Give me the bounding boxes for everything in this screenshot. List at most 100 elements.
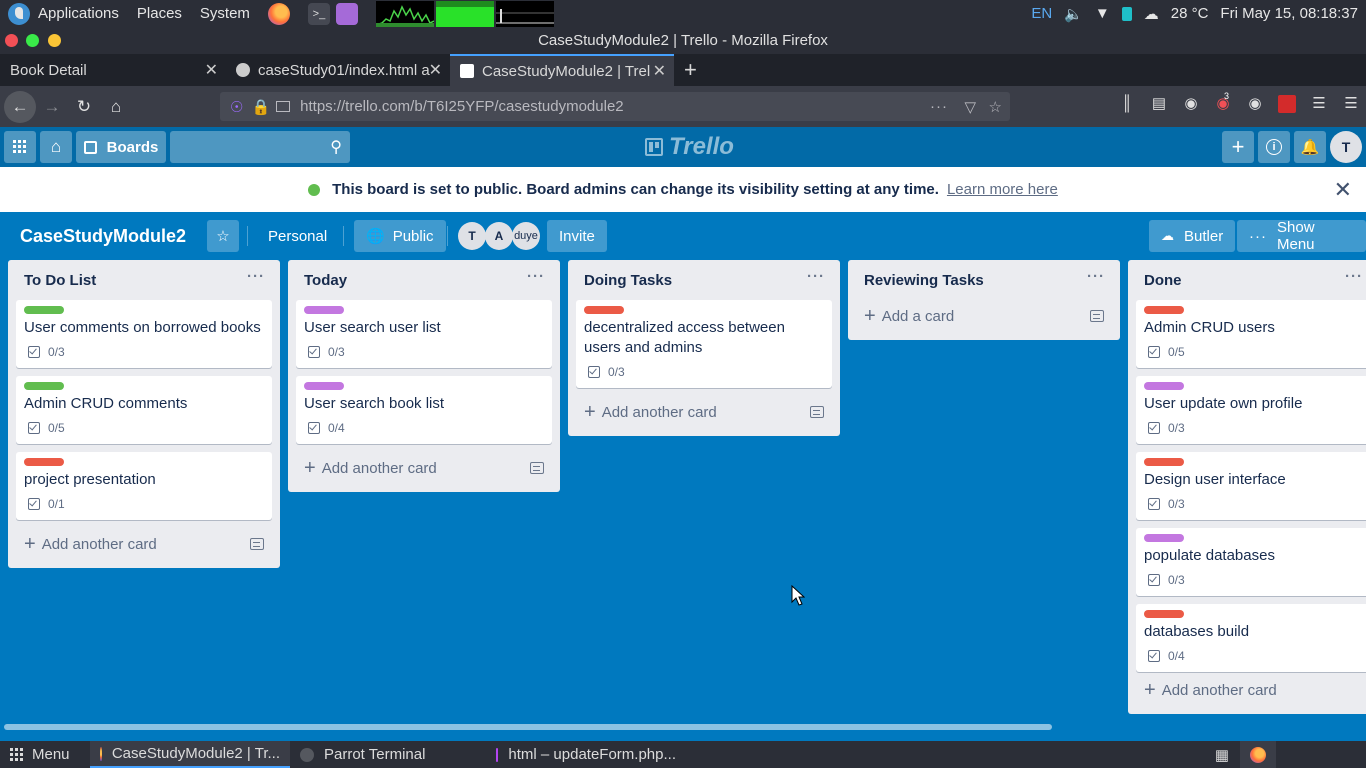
list-title[interactable]: Doing Tasks (584, 272, 672, 289)
list-header[interactable]: Reviewing Tasks ··· (856, 260, 1112, 300)
forward-arrow-icon[interactable]: → (36, 91, 68, 123)
browser-tab-book-detail[interactable]: Book Detail ✕ (0, 54, 226, 86)
app-menu-icon[interactable]: ☰ (1342, 95, 1360, 113)
close-window-button[interactable] (5, 34, 18, 47)
butler-button[interactable]: ☁ Butler (1149, 220, 1236, 252)
tab-close-icon[interactable]: ✕ (429, 60, 442, 80)
card[interactable]: populate databases 0/3 (1136, 528, 1366, 596)
card[interactable]: Admin CRUD users 0/5 (1136, 300, 1366, 368)
list-to-do-list[interactable]: To Do List ··· User comments on borrowed b… (8, 260, 280, 568)
add-card-button[interactable]: + Add a card (856, 300, 1112, 332)
card-label-purple[interactable] (1144, 534, 1184, 542)
os-menu-places[interactable]: Places (137, 5, 182, 22)
card-label-green[interactable] (24, 306, 64, 314)
add-card-button[interactable]: + Add another card (576, 396, 832, 428)
bookmark-star-icon[interactable]: ☆ (989, 98, 1002, 116)
home-icon[interactable]: ⌂ (100, 91, 132, 123)
list-menu-dots-icon[interactable]: ··· (804, 268, 828, 285)
taskbar-item-firefox[interactable]: CaseStudyModule2 | Tr... (90, 741, 290, 768)
card[interactable]: User update own profile 0/3 (1136, 376, 1366, 444)
member-avatar[interactable]: A (485, 222, 513, 250)
clock[interactable]: Fri May 15, 08:18:37 (1220, 5, 1358, 22)
card-template-icon[interactable] (250, 538, 264, 550)
invite-button[interactable]: Invite (547, 220, 607, 252)
card-label-green[interactable] (24, 382, 64, 390)
list-today[interactable]: Today ··· User search user list 0/3 User sea… (288, 260, 560, 492)
terminal-launcher-icon[interactable]: >_ (307, 2, 330, 25)
card-template-icon[interactable] (530, 462, 544, 474)
card-label-red[interactable] (1144, 610, 1184, 618)
list-header[interactable]: Done ··· (1136, 260, 1366, 300)
trello-logo[interactable]: Trello (645, 133, 734, 161)
browser-tab-trello[interactable]: CaseStudyModule2 | Trel ✕ (450, 54, 674, 86)
board-title[interactable]: CaseStudyModule2 (20, 220, 186, 252)
browser-tab-github[interactable]: caseStudy01/index.html a ✕ (226, 54, 450, 86)
account-icon[interactable]: ◉ (1182, 95, 1200, 113)
card[interactable]: Admin CRUD comments 0/5 (16, 376, 272, 444)
card[interactable]: User comments on borrowed books 0/3 (16, 300, 272, 368)
card[interactable]: project presentation 0/1 (16, 452, 272, 520)
workspace-switcher-icon[interactable]: ▦ (1204, 741, 1240, 768)
card-label-purple[interactable] (1144, 382, 1184, 390)
team-button[interactable]: Personal (268, 220, 327, 252)
new-tab-button[interactable]: + (674, 54, 706, 86)
pocket-icon[interactable]: ▽ (964, 98, 976, 116)
url-bar[interactable]: ☉ 🔒 https://trello.com/b/T6I25YFP/casest… (220, 92, 1010, 121)
card[interactable]: User search book list 0/4 (296, 376, 552, 444)
member-avatar[interactable]: T (458, 222, 486, 250)
search-icon[interactable]: ⚲ (330, 137, 342, 157)
lock-icon[interactable]: 🔒 (251, 98, 270, 116)
chat-extension-icon[interactable]: ◉ (1246, 95, 1264, 113)
member-avatar[interactable]: duye (512, 222, 540, 250)
rss-extension-icon[interactable]: ☰ (1310, 95, 1328, 113)
os-menu-system[interactable]: System (200, 5, 250, 22)
card-label-red[interactable] (584, 306, 624, 314)
weather-temp[interactable]: 28 °C (1171, 5, 1209, 22)
maximize-window-button[interactable] (26, 34, 39, 47)
sidebar-icon[interactable]: ▤ (1150, 95, 1168, 113)
volume-icon[interactable]: 🔈 (1064, 5, 1083, 23)
reload-icon[interactable]: ↻ (68, 91, 100, 123)
create-plus-button[interactable]: + (1222, 131, 1254, 163)
list-title[interactable]: To Do List (24, 272, 96, 289)
list-menu-dots-icon[interactable]: ··· (1342, 268, 1366, 285)
list-header[interactable]: To Do List ··· (16, 260, 272, 300)
list-menu-dots-icon[interactable]: ··· (524, 268, 548, 285)
battery-icon[interactable] (1121, 6, 1132, 21)
taskbar-item-terminal[interactable]: Parrot Terminal (290, 741, 486, 768)
tab-close-icon[interactable]: ✕ (205, 60, 218, 80)
info-button[interactable]: i (1258, 131, 1290, 163)
card[interactable]: User search user list 0/3 (296, 300, 552, 368)
wifi-icon[interactable]: ▼ (1095, 5, 1110, 22)
list-doing-tasks[interactable]: Doing Tasks ··· decentralized access betwe… (568, 260, 840, 436)
list-header[interactable]: Today ··· (296, 260, 552, 300)
card[interactable]: databases build 0/4 (1136, 604, 1366, 672)
list-menu-dots-icon[interactable]: ··· (244, 268, 268, 285)
banner-learn-more-link[interactable]: Learn more here (947, 181, 1058, 198)
list-menu-dots-icon[interactable]: ··· (1084, 268, 1108, 285)
apps-grid-icon[interactable] (4, 131, 36, 163)
user-avatar[interactable]: T (1330, 131, 1362, 163)
visibility-button[interactable]: 🌐 Public (354, 220, 446, 252)
taskbar-menu-button[interactable]: Menu (0, 741, 90, 768)
library-icon[interactable]: ║ (1118, 95, 1136, 113)
card-template-icon[interactable] (810, 406, 824, 418)
parrot-logo-icon[interactable] (8, 2, 30, 25)
card-template-icon[interactable] (1090, 310, 1104, 322)
tab-close-icon[interactable]: ✕ (653, 61, 666, 81)
color-picker-extension-icon[interactable] (1278, 95, 1296, 113)
card-label-purple[interactable] (304, 382, 344, 390)
card[interactable]: Design user interface 0/3 (1136, 452, 1366, 520)
back-arrow-icon[interactable]: ← (4, 90, 36, 123)
tracking-protection-icon[interactable]: ☉ (230, 98, 243, 116)
taskbar-item-phpstorm[interactable]: html – updateForm.php... (486, 741, 686, 768)
card-label-purple[interactable] (304, 306, 344, 314)
card-label-red[interactable] (24, 458, 64, 466)
list-title[interactable]: Reviewing Tasks (864, 272, 984, 289)
list-reviewing-tasks[interactable]: Reviewing Tasks ··· + Add a card (848, 260, 1120, 340)
add-card-button[interactable]: + Add another card (296, 452, 552, 484)
notes-launcher-icon[interactable] (335, 2, 358, 25)
scrollbar-thumb[interactable] (4, 724, 1052, 730)
star-board-button[interactable]: ☆ (207, 220, 239, 252)
notifications-bell-icon[interactable]: 🔔 (1294, 131, 1326, 163)
